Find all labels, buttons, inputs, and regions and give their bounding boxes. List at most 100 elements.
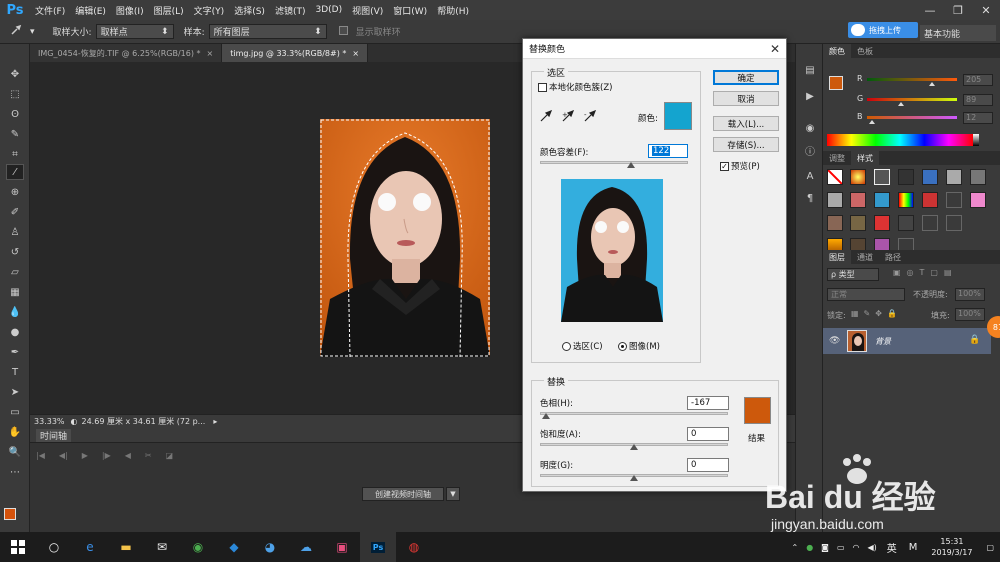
tab-color[interactable]: 颜色 bbox=[823, 44, 851, 58]
fill-value[interactable]: 100% bbox=[955, 308, 985, 321]
play-icon[interactable]: ▶ bbox=[82, 451, 88, 460]
scissors-icon[interactable]: ✂ bbox=[145, 451, 152, 460]
properties-panel-icon[interactable]: ◉ bbox=[801, 120, 819, 136]
file-explorer-icon[interactable]: ▬ bbox=[108, 532, 144, 562]
blend-mode-select[interactable]: 正常 bbox=[827, 288, 905, 301]
ime-mode-indicator[interactable]: M bbox=[909, 542, 918, 553]
tab-styles[interactable]: 样式 bbox=[851, 151, 879, 165]
first-frame-icon[interactable]: |◀ bbox=[36, 451, 45, 460]
style-swatch[interactable] bbox=[970, 169, 986, 185]
style-swatch[interactable] bbox=[922, 192, 938, 208]
hue-slider-thumb[interactable] bbox=[542, 413, 550, 419]
gradient-tool-icon[interactable]: ▦ bbox=[6, 284, 24, 300]
ok-button[interactable]: 确定 bbox=[713, 70, 779, 85]
foreground-color-swatch[interactable] bbox=[4, 508, 16, 520]
battery-icon[interactable]: ▭ bbox=[837, 543, 845, 552]
tab-img0454[interactable]: IMG_0454-恢复的.TIF @ 6.25%(RGB/16) * × bbox=[30, 44, 223, 62]
minimize-button[interactable]: — bbox=[916, 0, 944, 20]
style-none-swatch[interactable] bbox=[827, 169, 843, 185]
save-button[interactable]: 存储(S)... bbox=[713, 137, 779, 152]
app-red-icon[interactable]: ◍ bbox=[396, 532, 432, 562]
create-video-timeline-button[interactable]: 创建视频时间轴 bbox=[362, 487, 444, 501]
style-swatch[interactable] bbox=[850, 215, 866, 231]
style-swatch[interactable] bbox=[827, 192, 843, 208]
prev-frame-icon[interactable]: ◀| bbox=[59, 451, 68, 460]
result-color-swatch[interactable] bbox=[744, 397, 771, 424]
eyedropper-icon[interactable] bbox=[540, 109, 553, 125]
menu-window[interactable]: 窗口(W) bbox=[388, 4, 432, 17]
brush-tool-icon[interactable]: ✐ bbox=[6, 204, 24, 220]
hue-input[interactable]: -167 bbox=[687, 396, 729, 410]
eyedropper-plus-icon[interactable]: + bbox=[562, 109, 575, 125]
slider-thumb[interactable] bbox=[869, 120, 875, 124]
close-icon[interactable]: × bbox=[352, 49, 359, 58]
lock-icons[interactable]: ▦✎✥🔒 bbox=[851, 309, 902, 318]
eyedropper-tool-icon[interactable]: ⁄ bbox=[6, 164, 24, 180]
menu-file[interactable]: 文件(F) bbox=[30, 4, 70, 17]
windows-start-icon[interactable] bbox=[0, 532, 36, 562]
style-swatch[interactable] bbox=[827, 215, 843, 231]
quick-select-tool-icon[interactable]: ✎ bbox=[6, 126, 24, 142]
style-swatch[interactable] bbox=[850, 192, 866, 208]
hand-tool-icon[interactable]: ✋ bbox=[6, 424, 24, 440]
layer-row[interactable]: 👁 背景 🔒 bbox=[823, 328, 991, 354]
mail-icon[interactable]: ✉ bbox=[144, 532, 180, 562]
shape-tool-icon[interactable]: ▭ bbox=[6, 404, 24, 420]
fuzziness-slider[interactable] bbox=[540, 161, 688, 164]
channel-r-slider[interactable] bbox=[867, 78, 957, 81]
opacity-value[interactable]: 100% bbox=[955, 288, 985, 301]
tray-app2-icon[interactable]: ◙ bbox=[821, 543, 829, 552]
preview-checkbox[interactable]: ✓ 预览(P) bbox=[720, 160, 760, 172]
timeline-title[interactable]: 时间轴 bbox=[36, 428, 72, 442]
history-panel-icon[interactable]: ▤ bbox=[801, 62, 819, 78]
zoom-tool-icon[interactable]: 🔍 bbox=[6, 444, 24, 460]
healing-tool-icon[interactable]: ⊕ bbox=[6, 184, 24, 200]
history-brush-icon[interactable]: ↺ bbox=[6, 244, 24, 260]
style-swatch[interactable] bbox=[946, 192, 962, 208]
character-panel-icon[interactable]: A bbox=[801, 168, 819, 184]
path-select-icon[interactable]: ➤ bbox=[6, 384, 24, 400]
hue-slider[interactable] bbox=[540, 412, 728, 415]
menu-view[interactable]: 视图(V) bbox=[347, 4, 388, 17]
eyedropper-icon[interactable] bbox=[10, 24, 22, 39]
lasso-tool-icon[interactable]: ʘ bbox=[6, 106, 24, 122]
ime-indicator[interactable]: 英 bbox=[887, 540, 897, 555]
edge-browser-icon[interactable]: e bbox=[72, 532, 108, 562]
menu-image[interactable]: 图像(I) bbox=[111, 4, 149, 17]
fuzziness-input[interactable]: 122 bbox=[648, 144, 688, 158]
layer-name[interactable]: 背景 bbox=[875, 336, 891, 347]
tab-layers[interactable]: 图层 bbox=[823, 250, 851, 264]
style-swatch[interactable] bbox=[850, 169, 866, 185]
stamp-tool-icon[interactable]: ♙ bbox=[6, 224, 24, 240]
picked-color-swatch[interactable] bbox=[664, 102, 692, 130]
restore-button[interactable]: ❐ bbox=[944, 0, 972, 20]
menu-edit[interactable]: 编辑(E) bbox=[70, 4, 111, 17]
pen-tool-icon[interactable]: ✒ bbox=[6, 344, 24, 360]
tab-timg[interactable]: timg.jpg @ 33.3%(RGB/8#) * × bbox=[222, 44, 369, 62]
extra-tools-icon[interactable]: ⋯ bbox=[6, 464, 24, 480]
foreground-color-swatch[interactable] bbox=[829, 76, 843, 90]
menu-help[interactable]: 帮助(H) bbox=[432, 4, 474, 17]
channel-b-value[interactable]: 12 bbox=[963, 112, 993, 124]
tab-adjustments[interactable]: 调整 bbox=[823, 151, 851, 165]
style-swatch[interactable] bbox=[922, 215, 938, 231]
style-swatch[interactable] bbox=[970, 192, 986, 208]
menu-filter[interactable]: 滤镜(T) bbox=[270, 4, 311, 17]
slider-thumb[interactable] bbox=[898, 102, 904, 106]
marquee-tool-icon[interactable]: ⬚ bbox=[6, 86, 24, 102]
color-ramp[interactable] bbox=[827, 134, 973, 146]
wifi-icon[interactable]: ◠ bbox=[853, 543, 860, 552]
dodge-tool-icon[interactable]: ● bbox=[6, 324, 24, 340]
zoom-level[interactable]: 33.33% bbox=[34, 417, 65, 426]
cortana-icon[interactable]: ○ bbox=[36, 532, 72, 562]
radio-image[interactable]: 图像(M) bbox=[618, 340, 660, 352]
style-swatch[interactable] bbox=[874, 215, 890, 231]
menu-select[interactable]: 选择(S) bbox=[229, 4, 270, 17]
volume-icon[interactable]: ◀) bbox=[867, 543, 876, 552]
menu-layer[interactable]: 图层(L) bbox=[149, 4, 189, 17]
style-swatch[interactable] bbox=[874, 192, 890, 208]
menu-type[interactable]: 文字(Y) bbox=[189, 4, 230, 17]
status-arrow-icon[interactable]: ▸ bbox=[213, 417, 217, 426]
preview-image[interactable] bbox=[561, 179, 663, 322]
saturation-slider-thumb[interactable] bbox=[630, 444, 638, 450]
